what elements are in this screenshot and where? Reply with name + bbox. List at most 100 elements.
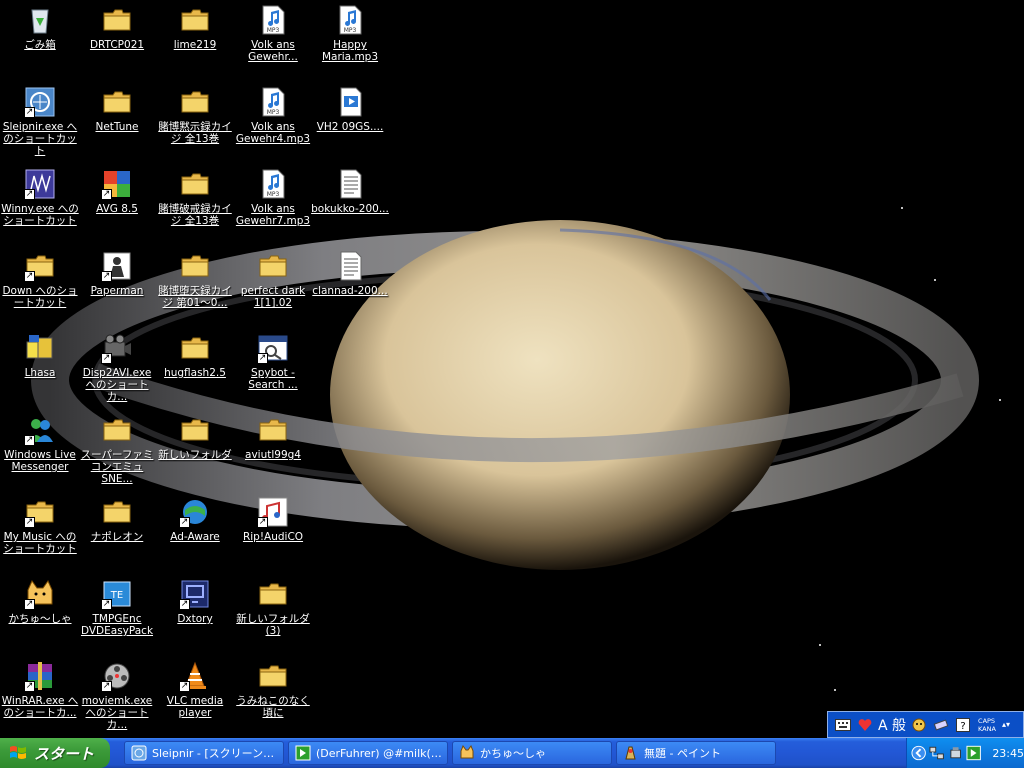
usb-icon[interactable] <box>948 745 963 761</box>
desktop-icon[interactable]: clannad-200... <box>310 246 390 324</box>
windows-flag-icon <box>10 746 26 759</box>
desktop-icon[interactable]: ごみ箱 <box>0 0 80 78</box>
folder-icon <box>179 168 211 200</box>
clock[interactable]: 23:45 <box>992 747 1024 760</box>
keyboard-icon[interactable] <box>834 716 852 734</box>
desktop-icon[interactable]: ↗ My Music へのショートカット <box>0 492 80 570</box>
ime-mode-indicator[interactable]: A 般 <box>878 715 906 735</box>
desktop-icon-label: Disp2AVI.exe へのショートカ... <box>82 367 152 403</box>
desktop-icon[interactable]: lime219 <box>155 0 235 78</box>
eraser-icon[interactable] <box>932 716 950 734</box>
desktop-icon[interactable]: MP3 Happy Maria.mp3 <box>310 0 390 78</box>
folder-icon <box>257 660 289 692</box>
desktop-icon[interactable]: ↗ Sleipnir.exe へのショートカット <box>0 82 80 160</box>
help-icon[interactable]: ? <box>954 716 972 734</box>
desktop[interactable]: ごみ箱 ↗ Sleipnir.exe へのショートカット ↗ Winny.exe へのシ… <box>0 0 1024 738</box>
folder-icon <box>179 4 211 36</box>
desktop-icon-label: hugflash2.5 <box>164 367 226 379</box>
desktop-icon[interactable]: ↗ Paperman <box>77 246 157 324</box>
desktop-icon-label: 賭博破戒録カイジ 全13巻 <box>158 203 232 227</box>
desktop-icon[interactable]: ↗ かちゅ～しゃ <box>0 574 80 652</box>
ripaudico-icon: ↗ <box>257 496 289 528</box>
desktop-icon[interactable]: 賭博黙示録カイジ 全13巻 <box>155 82 235 160</box>
desktop-icon-label: NetTune <box>95 121 139 133</box>
desktop-icon[interactable]: ↗ Winny.exe へのショートカット <box>0 164 80 242</box>
folder-icon <box>101 4 133 36</box>
desktop-icon[interactable]: ↗ VLC media player <box>155 656 235 734</box>
desktop-icon[interactable]: hugflash2.5 <box>155 328 235 406</box>
desktop-icon[interactable]: ナポレオン <box>77 492 157 570</box>
language-bar[interactable]: A 般 ? CAPS KANA ▴▾ <box>827 711 1024 738</box>
moviemaker-icon: ↗ <box>101 660 133 692</box>
avg-icon: ↗ <box>101 168 133 200</box>
desktop-icon-label: moviemk.exe へのショートカ... <box>81 695 153 731</box>
desktop-icon[interactable]: うみねこのなく頃に <box>233 656 313 734</box>
network-icon[interactable] <box>929 745 945 761</box>
desktop-icon[interactable]: ↗ Down へのショートカット <box>0 246 80 324</box>
winny-icon: ↗ <box>24 168 56 200</box>
desktop-icon[interactable]: perfect dark 1[1].02 <box>233 246 313 324</box>
desktop-icon[interactable]: 賭博破戒録カイジ 全13巻 <box>155 164 235 242</box>
desktop-icon-label: WinRAR.exe へのショートカ... <box>1 695 79 719</box>
desktop-icon[interactable]: DRTCP021 <box>77 0 157 78</box>
spybot-icon: ↗ <box>257 332 289 364</box>
desktop-icon-label: Volk ans Gewehr4.mp3 <box>235 121 311 145</box>
desktop-icon[interactable]: MP3 Volk ans Gewehr4.mp3 <box>233 82 313 160</box>
desktop-icon-label: lime219 <box>173 39 217 51</box>
ime-heart-icon[interactable] <box>856 716 874 734</box>
desktop-icon-label: ナポレオン <box>90 531 144 543</box>
svg-text:MP3: MP3 <box>267 191 280 198</box>
desktop-icon[interactable]: ↗ Dxtory <box>155 574 235 652</box>
shortcut-arrow-icon: ↗ <box>179 599 190 610</box>
task-paint[interactable]: 無題 - ペイント <box>616 741 776 765</box>
folder-icon <box>257 250 289 282</box>
folder-icon: ↗ <box>24 496 56 528</box>
shortcut-arrow-icon: ↗ <box>257 517 268 528</box>
desktop-icon-label: Ad-Aware <box>170 531 220 543</box>
desktop-icon[interactable]: MP3 Volk ans Gewehr... <box>233 0 313 78</box>
task-label: 無題 - ペイント <box>644 747 721 760</box>
task-chat[interactable]: (DerFuhrer) @#milk(2... <box>288 741 448 765</box>
task-kachusha[interactable]: かちゅ～しゃ <box>452 741 612 765</box>
desktop-icon[interactable]: NetTune <box>77 82 157 160</box>
desktop-icon[interactable]: ↗ Windows Live Messenger <box>0 410 80 488</box>
desktop-icon[interactable]: VH2 09GS.... <box>310 82 390 160</box>
desktop-icon[interactable]: bokukko-200... <box>310 164 390 242</box>
desktop-icon[interactable]: ↗ Rip!AudiCO <box>233 492 313 570</box>
folder-icon <box>179 86 211 118</box>
language-bar-options-icon[interactable]: ▴▾ <box>1002 720 1010 729</box>
desktop-icon[interactable]: 新しいフォルダ <box>155 410 235 488</box>
taskbar[interactable]: スタート Sleipnir - [スクリーンシ... (DerFuhrer) @… <box>0 738 1024 768</box>
desktop-icon[interactable]: ↗ Ad-Aware <box>155 492 235 570</box>
chat-tray-icon[interactable] <box>966 745 981 761</box>
start-button[interactable]: スタート <box>0 738 110 768</box>
desktop-icon[interactable]: Lhasa <box>0 328 80 406</box>
svg-text:MP3: MP3 <box>344 27 357 34</box>
shortcut-arrow-icon: ↗ <box>24 435 35 446</box>
desktop-icon[interactable]: 賭博堕天録カイジ 第01～0... <box>155 246 235 324</box>
desktop-icon[interactable]: TE ↗ TMPGEnc DVDEasyPack <box>77 574 157 652</box>
mp3-icon: MP3 <box>257 86 289 118</box>
shortcut-arrow-icon: ↗ <box>24 517 35 528</box>
desktop-icon-label: Lhasa <box>24 367 56 379</box>
desktop-icon-label: Happy Maria.mp3 <box>321 39 379 63</box>
desktop-icon-label: 新しいフォルダ (3) <box>236 613 310 637</box>
desktop-icon[interactable]: ↗ moviemk.exe へのショートカ... <box>77 656 157 734</box>
caps-kana-indicator: CAPS KANA <box>978 717 996 733</box>
desktop-icon[interactable]: MP3 Volk ans Gewehr7.mp3 <box>233 164 313 242</box>
desktop-icon[interactable]: ↗ Disp2AVI.exe へのショートカ... <box>77 328 157 406</box>
desktop-icon[interactable]: スーパーファミコンエミュ SNE... <box>77 410 157 488</box>
folder-icon <box>257 578 289 610</box>
desktop-icon[interactable]: ↗ Spybot - Search ... <box>233 328 313 406</box>
ime-pad-icon[interactable] <box>910 716 928 734</box>
desktop-icon[interactable]: ↗ WinRAR.exe へのショートカ... <box>0 656 80 734</box>
desktop-icon-label: VH2 09GS.... <box>316 121 384 133</box>
show-hidden-icon[interactable] <box>911 745 926 761</box>
desktop-icon[interactable]: ↗ AVG 8.5 <box>77 164 157 242</box>
mp3-icon: MP3 <box>334 4 366 36</box>
task-sleipnir[interactable]: Sleipnir - [スクリーンシ... <box>124 741 284 765</box>
desktop-icon[interactable]: 新しいフォルダ (3) <box>233 574 313 652</box>
desktop-icon-label: スーパーファミコンエミュ SNE... <box>80 449 154 485</box>
desktop-icon[interactable]: aviutl99g4 <box>233 410 313 488</box>
shortcut-arrow-icon: ↗ <box>24 107 35 118</box>
